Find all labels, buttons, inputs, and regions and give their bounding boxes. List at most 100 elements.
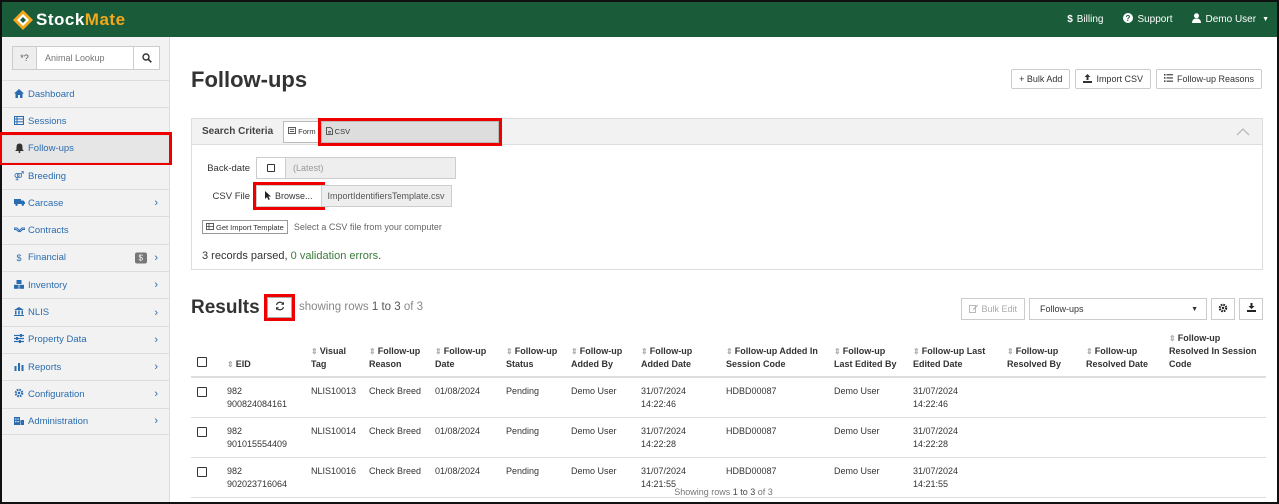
sidebar-item-follow-ups[interactable]: Follow-ups <box>0 131 172 165</box>
sidebar-item-property-data[interactable]: Property Data › <box>2 325 169 353</box>
settings-button[interactable] <box>1211 298 1235 320</box>
sort-icon: ⇕ <box>435 347 442 357</box>
column-header-resolved-date[interactable]: ⇕ Follow-up Resolved Date <box>1080 330 1163 379</box>
row-checkbox[interactable] <box>197 467 207 478</box>
sidebar-item-label: Carcase <box>28 197 64 209</box>
sidebar-item-inventory[interactable]: Inventory › <box>2 271 169 298</box>
csv-mode-button[interactable]: CSV <box>317 117 502 146</box>
get-import-template-button[interactable]: Get Import Template <box>202 220 288 234</box>
sort-icon: ⇕ <box>369 347 376 357</box>
import-csv-button[interactable]: Import CSV <box>1075 69 1151 89</box>
refresh-icon <box>275 301 285 314</box>
cell-status: Pending <box>500 377 565 419</box>
table-row[interactable]: 982 901015554409 NLIS10014 Check Breed 0… <box>191 417 1266 459</box>
cell-last-edited-by: Demo User <box>828 377 907 419</box>
form-mode-label: Form <box>298 127 316 136</box>
column-header-resolved-session[interactable]: ⇕ Follow-up Resolved In Session Code <box>1163 330 1266 379</box>
column-header-added-session[interactable]: ⇕ Follow-up Added In Session Code <box>720 330 828 379</box>
cell-added-by: Demo User <box>565 377 635 419</box>
cell-resolved-by <box>1001 377 1080 419</box>
main-content: Follow-ups + Bulk Add Import CSV Follow-… <box>170 37 1277 502</box>
chevron-up-icon[interactable] <box>1236 125 1250 139</box>
lookup-prefix[interactable]: *? <box>13 47 37 69</box>
list-icon <box>1163 74 1173 84</box>
showing-rows-summary: showing rows 1 to 3 of 3 <box>299 301 423 313</box>
cell-added-session: HDBD00087 <box>720 377 828 419</box>
select-all-checkbox[interactable] <box>197 357 207 368</box>
sort-icon: ⇕ <box>1007 347 1014 357</box>
column-header-last-edited-by[interactable]: ⇕ Follow-up Last Edited By <box>828 330 907 379</box>
caret-down-icon: ▼ <box>1191 305 1198 313</box>
column-header-resolved-by[interactable]: ⇕ Follow-up Resolved By <box>1001 330 1080 379</box>
animal-lookup-input[interactable] <box>37 47 133 69</box>
sidebar-item-carcase[interactable]: Carcase › <box>2 189 169 216</box>
refresh-button[interactable] <box>264 294 295 321</box>
row-checkbox[interactable] <box>197 387 207 398</box>
lookup-search-button[interactable] <box>133 47 159 69</box>
form-mode-button[interactable]: Form <box>283 120 321 143</box>
bulk-add-button[interactable]: + Bulk Add <box>1011 69 1071 89</box>
cursor-icon <box>265 190 272 202</box>
row-checkbox[interactable] <box>197 427 207 438</box>
column-header-last-edited-date[interactable]: ⇕ Follow-up Last Edited Date <box>907 330 1001 379</box>
table-row[interactable]: 982 900824084161 NLIS10013 Check Breed 0… <box>191 377 1266 419</box>
dollar-icon: $ <box>16 252 22 263</box>
chevron-right-icon: › <box>154 333 158 346</box>
sidebar-item-configuration[interactable]: Configuration › <box>2 380 169 407</box>
parse-count: 3 records parsed, <box>202 250 291 262</box>
sidebar-item-reports[interactable]: Reports › <box>2 352 169 380</box>
file-icon <box>325 126 333 137</box>
sidebar-item-label: Configuration <box>28 388 85 400</box>
csv-file-name: ImportIdentifiersTemplate.csv <box>321 185 452 207</box>
sliders-icon <box>13 334 25 345</box>
sidebar-item-label: Dashboard <box>28 88 75 100</box>
sidebar-item-dashboard[interactable]: Dashboard <box>2 80 169 107</box>
form-icon <box>288 127 297 136</box>
search-criteria-header[interactable]: Search Criteria Form CSV <box>192 117 1262 146</box>
cell-resolved-date <box>1080 417 1163 459</box>
column-header-date[interactable]: ⇕ Follow-up Date <box>429 330 500 379</box>
follow-up-reasons-button[interactable]: Follow-up Reasons <box>1155 69 1262 89</box>
view-select[interactable]: Follow-ups ▼ <box>1029 298 1207 320</box>
sidebar-item-sessions[interactable]: Sessions <box>2 107 169 134</box>
sidebar: *? Dashboard Sessions Follow-ups ⚤ Bre <box>0 37 172 502</box>
sidebar-item-label: Administration <box>28 415 89 427</box>
sidebar-item-label: Reports <box>28 361 62 373</box>
billing-link[interactable]: $ Billing <box>1067 14 1103 25</box>
sidebar-item-breeding[interactable]: ⚤ Breeding <box>2 161 169 189</box>
support-link[interactable]: ? Support <box>1123 13 1172 26</box>
sidebar-item-nlis[interactable]: NLIS › <box>2 298 169 325</box>
bulk-edit-label: Bulk Edit <box>981 304 1017 314</box>
column-header-eid[interactable]: ⇕ EID <box>221 330 305 379</box>
download-button[interactable] <box>1239 298 1263 320</box>
support-label: Support <box>1137 14 1173 25</box>
sidebar-item-label: Property Data <box>28 334 87 346</box>
sidebar-item-label: NLIS <box>28 307 50 319</box>
sort-icon: ⇕ <box>641 347 648 357</box>
sidebar-item-financial[interactable]: $ Financial $ › <box>2 243 169 271</box>
sidebar-item-label: Inventory <box>28 279 68 291</box>
cell-date: 01/08/2024 <box>429 417 500 459</box>
sidebar-item-contracts[interactable]: Contracts <box>2 216 169 243</box>
chevron-right-icon: › <box>154 197 158 210</box>
browse-button[interactable]: Browse... <box>253 182 325 210</box>
sort-icon: ⇕ <box>726 347 733 357</box>
column-header-visual-tag[interactable]: ⇕ Visual Tag <box>305 330 363 379</box>
backdate-checkbox[interactable] <box>256 157 286 179</box>
cell-status: Pending <box>500 417 565 459</box>
user-menu[interactable]: Demo User ▼ <box>1192 13 1269 26</box>
cell-resolved-session <box>1163 377 1266 419</box>
sidebar-item-administration[interactable]: Administration › <box>2 407 169 435</box>
column-header-status[interactable]: ⇕ Follow-up Status <box>500 330 565 379</box>
bulk-edit-button[interactable]: Bulk Edit <box>961 298 1025 320</box>
table-header-row: ⇕ EID ⇕ Visual Tag ⇕ Follow-up Reason ⇕ Foll… <box>191 330 1266 379</box>
app-logo[interactable]: StockMate <box>12 5 126 35</box>
backdate-label: Back-date <box>207 162 250 174</box>
app-name: StockMate <box>36 10 126 29</box>
cell-added-date: 31/07/2024 14:22:28 <box>635 417 720 459</box>
column-header-added-by[interactable]: ⇕ Follow-up Added By <box>565 330 635 379</box>
column-header-added-date[interactable]: ⇕ Follow-up Added Date <box>635 330 720 379</box>
user-name: Demo User <box>1205 14 1257 25</box>
column-header-reason[interactable]: ⇕ Follow-up Reason <box>363 330 429 379</box>
cell-added-by: Demo User <box>565 417 635 459</box>
